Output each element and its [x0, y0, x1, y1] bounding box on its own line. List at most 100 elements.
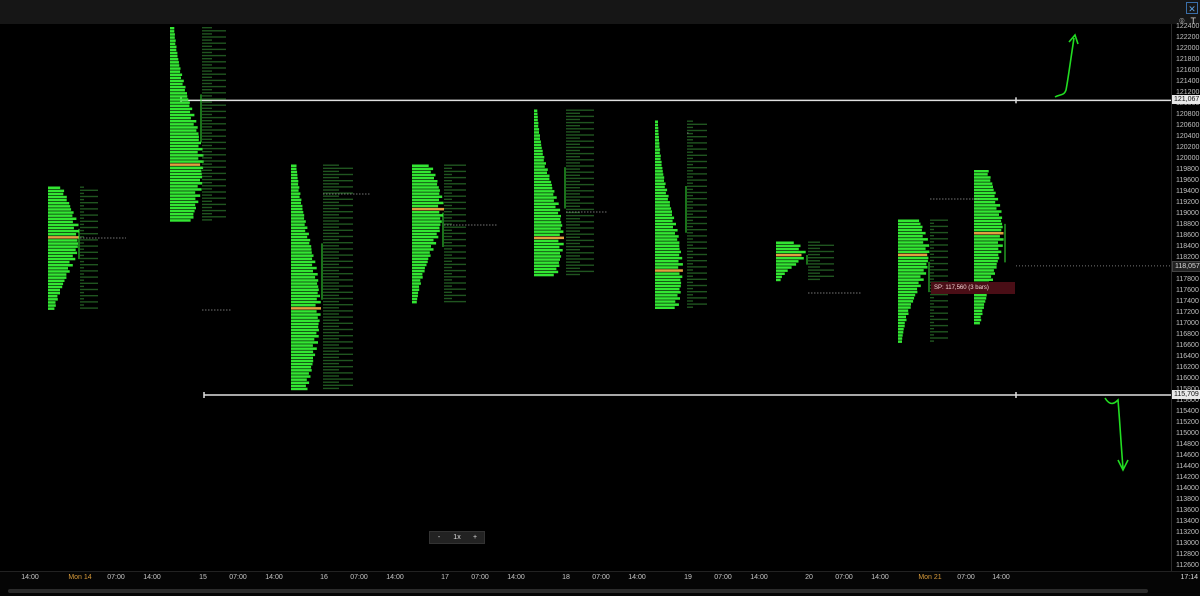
profile-row	[291, 254, 314, 257]
tpo-letters	[566, 152, 594, 155]
zoom-level[interactable]: 1x	[448, 532, 466, 543]
tpo-letters	[323, 198, 353, 200]
tpo-letters	[687, 235, 707, 237]
tpo-letters	[323, 307, 339, 309]
profile-row	[776, 272, 785, 275]
tpo-letters	[444, 195, 466, 197]
profile-row	[898, 238, 928, 241]
profile-row	[170, 209, 195, 213]
profile-row	[291, 335, 319, 338]
price-tick-label: 120600	[1176, 122, 1200, 129]
tpo-letters	[323, 263, 339, 266]
tpo-letters	[323, 211, 353, 213]
tpo-letters	[323, 335, 353, 337]
time-tick-label: 14:00	[386, 574, 404, 581]
tpo-letters	[444, 285, 452, 287]
profile-row	[170, 126, 198, 129]
profile-row	[655, 278, 681, 282]
time-tick-label: 07:00	[229, 574, 247, 581]
tpo-letters	[323, 214, 339, 216]
tpo-letters	[202, 95, 212, 97]
zoom-out-button[interactable]: -	[430, 532, 448, 543]
price-axis[interactable]: 122400 122200 122000 121800 121600 121400 1212…	[1171, 23, 1200, 571]
profile-row	[974, 238, 1004, 241]
price-tick-label: 116000	[1176, 375, 1199, 382]
tpo-letters	[566, 143, 580, 145]
tpo-letters	[323, 384, 353, 386]
profile-row	[655, 145, 660, 148]
market-profile-chart[interactable]	[0, 24, 1171, 571]
tpo-letters	[444, 242, 452, 244]
profile-row	[655, 256, 683, 260]
tpo-letters	[444, 186, 452, 188]
tpo-letters	[323, 350, 339, 352]
profile-row	[170, 48, 177, 52]
tpo-letters	[202, 36, 226, 38]
tpo-letters	[202, 73, 226, 75]
time-tick-label: 07:00	[592, 574, 610, 581]
tpo-letters	[930, 306, 948, 308]
price-tick-label: 122400	[1176, 23, 1200, 30]
tpo-letters	[323, 381, 339, 383]
profile-row	[776, 257, 804, 260]
profile-row	[412, 260, 428, 264]
profile-row	[291, 207, 303, 211]
tpo-letters	[323, 285, 353, 287]
tpo-letters	[687, 297, 707, 299]
price-tick-label: 114200	[1176, 474, 1199, 481]
profile-row	[776, 250, 806, 254]
tpo-letters	[202, 206, 212, 209]
profile-row	[170, 27, 175, 30]
tpo-letters	[323, 325, 339, 328]
tpo-letters	[444, 198, 452, 200]
price-tick-label: 116200	[1176, 364, 1199, 371]
profile-row	[291, 214, 305, 217]
profile-row	[291, 347, 317, 350]
profile-row	[655, 120, 658, 123]
time-axis[interactable]: 17:14 14:00 Mon 14 07:00 14:00 15 07:00 14:00 1…	[0, 571, 1200, 596]
tpo-letters	[202, 182, 212, 184]
profile-row	[170, 30, 175, 33]
profile-row	[291, 328, 319, 332]
tpo-letters	[930, 250, 948, 252]
tpo-letters	[80, 214, 98, 216]
zoom-in-button[interactable]: +	[466, 532, 484, 543]
profile-row	[974, 213, 999, 216]
profile-row	[291, 189, 299, 192]
tpo-letters	[930, 293, 948, 296]
tpo-letters	[687, 213, 693, 215]
profile-row	[655, 260, 679, 263]
tpo-letters	[566, 199, 580, 201]
profile-row	[412, 276, 423, 279]
price-tick-label: 116600	[1176, 342, 1199, 349]
tpo-letters	[687, 250, 693, 253]
profile-row	[534, 174, 550, 178]
profile-row	[534, 214, 561, 218]
profile-row	[534, 202, 559, 205]
profile-row	[170, 144, 199, 148]
profile-row	[776, 263, 797, 266]
profile-row	[291, 304, 316, 307]
horizontal-scrollbar[interactable]	[8, 589, 1148, 593]
profile-row	[48, 192, 64, 196]
profile-row	[170, 58, 179, 61]
profile-row	[48, 264, 73, 267]
profile-row	[655, 213, 672, 216]
tpo-letters	[202, 191, 226, 193]
tpo-letters	[202, 197, 226, 199]
tpo-letters	[202, 169, 212, 171]
tpo-letters	[323, 291, 353, 293]
profile-row	[898, 225, 923, 229]
profile-row	[291, 325, 319, 329]
tpo-letters	[202, 216, 226, 218]
profile-row	[291, 338, 315, 341]
close-icon[interactable]: ✕	[1186, 2, 1198, 14]
profile-row	[291, 238, 311, 242]
tpo-letters	[444, 189, 466, 191]
profile-row	[291, 235, 308, 239]
tpo-letters	[202, 144, 212, 147]
tpo-letters	[687, 120, 693, 122]
profile-row	[412, 279, 421, 282]
profile-row	[534, 267, 557, 271]
price-tick-label: 118600	[1176, 232, 1199, 239]
